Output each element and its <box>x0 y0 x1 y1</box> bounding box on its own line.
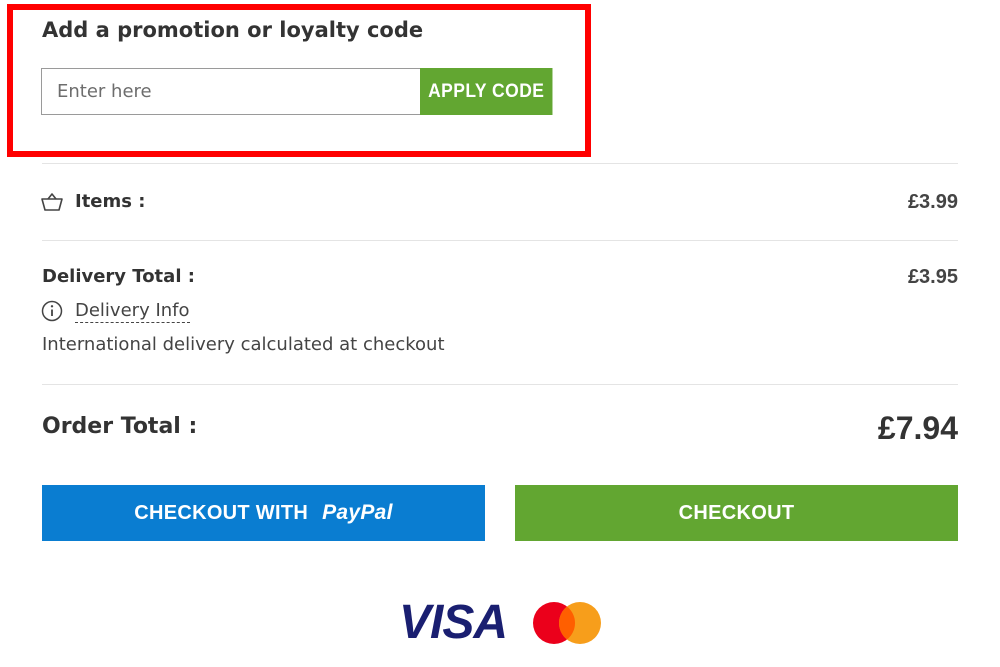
mastercard-logo <box>533 602 601 644</box>
paypal-button-label: CHECKOUT WITH <box>134 501 309 524</box>
checkout-with-paypal-button[interactable]: CHECKOUT WITH PayPal <box>42 485 485 541</box>
order-total-label: Order Total : <box>42 414 198 439</box>
order-total-amount: £7.94 <box>877 410 958 446</box>
delivery-total-label: Delivery Total : <box>42 266 195 287</box>
divider <box>42 163 958 164</box>
promo-code-input[interactable] <box>41 68 421 115</box>
paypal-logo-text: PayPal <box>322 501 393 524</box>
visa-logo: VISA <box>399 596 508 649</box>
delivery-info-link[interactable]: Delivery Info <box>75 300 190 323</box>
delivery-total-amount: £3.95 <box>907 266 958 288</box>
divider <box>42 384 958 385</box>
delivery-note: International delivery calculated at che… <box>42 334 445 355</box>
info-icon <box>41 300 63 322</box>
basket-icon <box>41 193 63 211</box>
apply-code-button[interactable]: APPLY CODE <box>420 68 553 115</box>
items-amount: £3.99 <box>907 191 958 213</box>
promo-title: Add a promotion or loyalty code <box>42 18 424 42</box>
items-label: Items : <box>75 191 146 212</box>
divider <box>42 240 958 241</box>
checkout-button[interactable]: CHECKOUT <box>515 485 958 541</box>
